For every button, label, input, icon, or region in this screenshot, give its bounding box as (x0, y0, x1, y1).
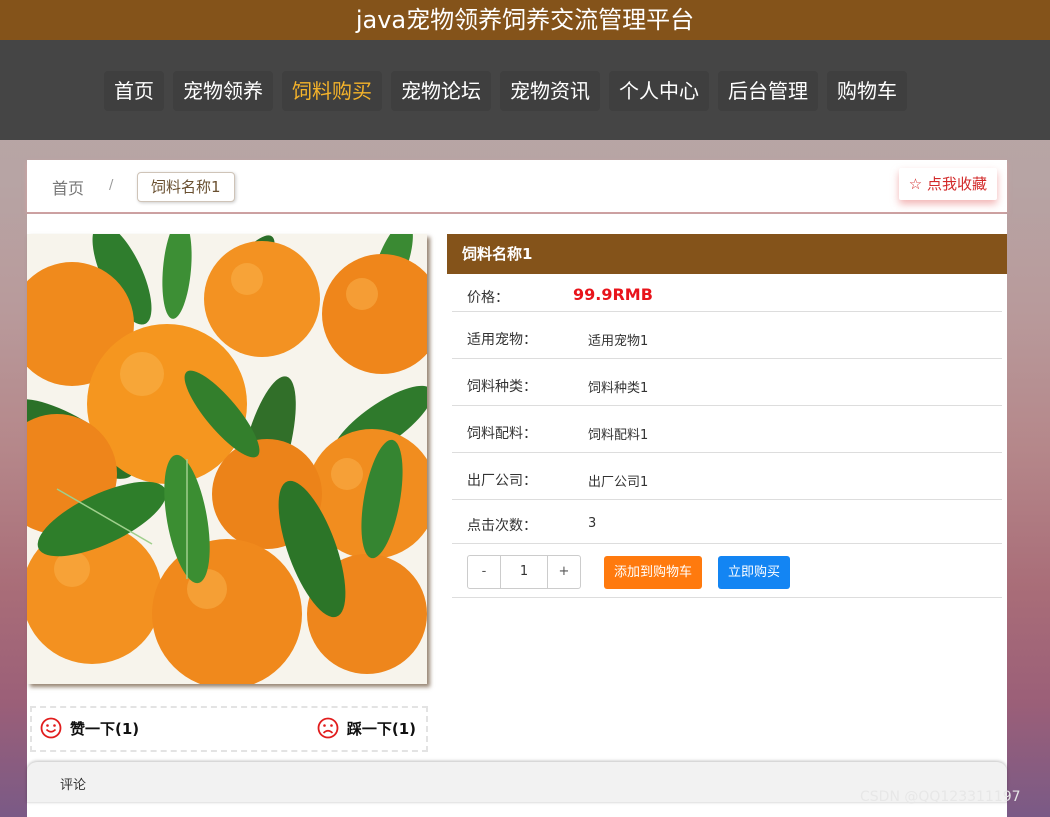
click-count-row: 点击次数： 3 (452, 500, 1002, 544)
product-image (27, 234, 427, 684)
purchase-actions-row: - 1 + 添加到购物车 立即购买 (452, 544, 1002, 598)
price-row: 价格： 99.9RMB (452, 274, 1002, 312)
site-title-bar: java宠物领养饲养交流管理平台 (0, 0, 1050, 41)
dislike-button[interactable]: 踩一下(1) (317, 717, 416, 739)
feed-ingredients-value: 饲料配料1 (588, 428, 649, 443)
nav-item-pet-forum[interactable]: 宠物论坛 (391, 71, 491, 111)
manufacturer-value: 出厂公司1 (588, 475, 649, 490)
comment-tab-label: 评论 (60, 778, 87, 793)
like-label: 赞一下(1) (70, 719, 140, 738)
manufacturer-label: 出厂公司： (467, 473, 537, 489)
quantity-input[interactable]: 1 (500, 556, 548, 588)
nav-item-pet-adoption[interactable]: 宠物领养 (173, 71, 273, 111)
feed-ingredients-label: 饲料配料： (467, 426, 537, 442)
nav-item-home[interactable]: 首页 (104, 71, 164, 111)
vote-box: 赞一下(1) 踩一下(1) (30, 706, 428, 752)
manufacturer-row: 出厂公司： 出厂公司1 (452, 453, 1002, 500)
breadcrumb: 首页 / 饲料名称1 ☆ 点我收藏 (27, 160, 1007, 212)
nav-list: 首页 宠物领养 饲料购买 宠物论坛 宠物资讯 个人中心 后台管理 购物车 (104, 71, 907, 111)
suitable-pet-label: 适用宠物： (467, 332, 537, 348)
feed-type-label: 饲料种类： (467, 379, 537, 395)
nav-item-pet-news[interactable]: 宠物资讯 (500, 71, 600, 111)
feed-type-row: 饲料种类： 饲料种类1 (452, 359, 1002, 406)
smile-icon (40, 717, 62, 739)
breadcrumb-current: 饲料名称1 (137, 172, 235, 202)
site-title: java宠物领养饲养交流管理平台 (355, 6, 695, 34)
favorite-button[interactable]: ☆ 点我收藏 (898, 168, 997, 200)
buy-now-button[interactable]: 立即购买 (718, 556, 791, 589)
suitable-pet-row: 适用宠物： 适用宠物1 (452, 312, 1002, 359)
like-button[interactable]: 赞一下(1) (40, 717, 139, 739)
breadcrumb-home-link[interactable]: 首页 (52, 175, 84, 199)
quantity-decrement-button[interactable]: - (468, 556, 500, 588)
product-title: 饲料名称1 (447, 234, 1007, 274)
feed-ingredients-row: 饲料配料： 饲料配料1 (452, 406, 1002, 453)
quantity-stepper: - 1 + (467, 555, 581, 589)
price-value: 99.9RMB (573, 285, 653, 304)
oranges-image (27, 234, 427, 684)
click-count-value: 3 (588, 516, 597, 531)
product-info: 饲料名称1 价格： 99.9RMB 适用宠物： 适用宠物1 饲料种类： 饲料种类… (447, 234, 1007, 598)
nav-item-feed-purchase[interactable]: 饲料购买 (282, 71, 382, 111)
main-navigation: 首页 宠物领养 饲料购买 宠物论坛 宠物资讯 个人中心 后台管理 购物车 (0, 40, 1050, 140)
nav-item-admin[interactable]: 后台管理 (718, 71, 818, 111)
watermark-text: CSDN @QQ123311197 (860, 789, 1021, 805)
quantity-increment-button[interactable]: + (548, 556, 580, 588)
dislike-label: 踩一下(1) (346, 719, 416, 738)
frown-icon (317, 717, 339, 739)
product-detail-panel: 赞一下(1) 踩一下(1) 饲料名称1 价格： 99.9RMB 适用宠物： 适用… (27, 214, 1007, 762)
click-count-label: 点击次数： (467, 518, 537, 534)
nav-item-shopping-cart[interactable]: 购物车 (827, 71, 907, 111)
add-to-cart-button[interactable]: 添加到购物车 (604, 556, 703, 589)
nav-item-personal-center[interactable]: 个人中心 (609, 71, 709, 111)
suitable-pet-value: 适用宠物1 (588, 334, 649, 349)
breadcrumb-separator: / (109, 178, 114, 193)
feed-type-value: 饲料种类1 (588, 381, 649, 396)
price-label: 价格： (467, 290, 509, 306)
